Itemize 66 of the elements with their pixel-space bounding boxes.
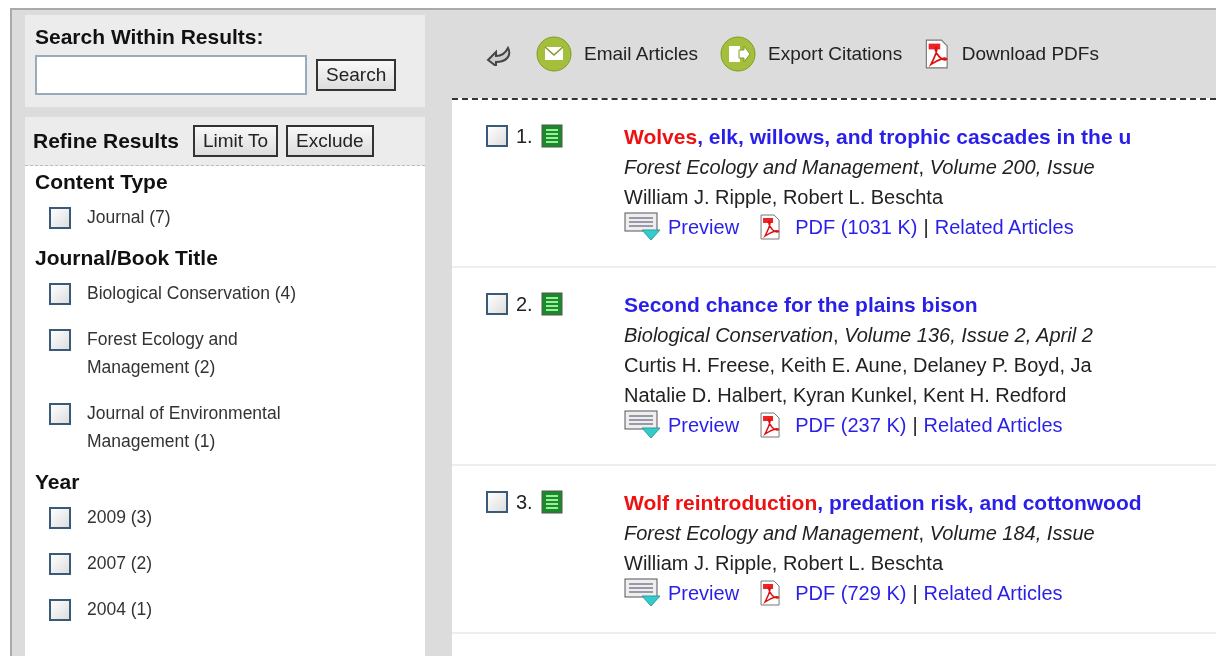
- pdf-icon: [759, 214, 782, 240]
- filter-option: 2007 (2): [87, 549, 325, 577]
- document-icon: [540, 124, 563, 148]
- filter-option: Biological Conservation (4): [87, 279, 325, 307]
- preview-icon: [624, 212, 662, 242]
- filter-group-title: Journal/Book Title: [34, 245, 219, 271]
- preview-icon: [624, 578, 662, 608]
- filter-group-title: Content Type: [34, 169, 169, 195]
- limit-button[interactable]: Limit To: [192, 125, 278, 157]
- envelope-icon: [536, 36, 572, 72]
- search-button[interactable]: Search: [316, 59, 397, 91]
- document-icon: [540, 292, 563, 316]
- link-separator: |: [912, 413, 918, 438]
- toolbar-button[interactable]: Download PDFs: [924, 39, 1107, 69]
- checkbox[interactable]: [49, 283, 71, 305]
- result-number: 3.: [516, 490, 533, 514]
- filter-option: Forest Ecology and Management (2): [87, 325, 325, 381]
- checkbox[interactable]: [49, 403, 71, 425]
- article-source: Forest Ecology and Management, Volume 200, Issue: [624, 155, 1096, 180]
- article-authors: Curtis H. Freese, Keith E. Aune, Delaney P. Boyd, Ja: [624, 353, 1093, 378]
- preview-link[interactable]: Preview: [668, 212, 740, 242]
- pdf-link[interactable]: PDF (237 K): [795, 410, 907, 440]
- article-authors: William J. Ripple, Robert L. Beschta: [624, 551, 944, 576]
- search-field[interactable]: [35, 55, 307, 95]
- checkbox[interactable]: [486, 491, 508, 513]
- article-authors: Natalie D. Halbert, Kyran Kunkel, Kent H. Redford: [624, 383, 1068, 408]
- checkbox[interactable]: [486, 293, 508, 315]
- checkbox[interactable]: [486, 125, 508, 147]
- filter-option: Journal (7): [87, 203, 325, 231]
- link-separator: |: [923, 215, 929, 240]
- toolbar-button[interactable]: Export Citations: [720, 36, 911, 72]
- preview-link[interactable]: Preview: [668, 578, 740, 608]
- toolbar-button[interactable]: Email Articles: [536, 36, 707, 72]
- checkbox[interactable]: [49, 553, 71, 575]
- export-icon: [720, 36, 757, 72]
- article-source: Forest Ecology and Management, Volume 184, Issue: [624, 521, 1096, 546]
- result-number: 2.: [516, 292, 533, 316]
- article-title-link[interactable]: Second chance for the plains bison: [624, 290, 1093, 320]
- refine-heading: Refine Results: [33, 129, 179, 153]
- article-title-link[interactable]: Wolves, elk, willows, and trophic cascades in the u: [624, 122, 1132, 152]
- pdf-icon: [759, 580, 782, 606]
- result-number: 1.: [516, 124, 533, 148]
- filter-option: Journal of Environmental Management (1): [87, 399, 325, 455]
- article-source: Biological Conservation, Volume 136, Issue 2, April 2: [624, 323, 1093, 348]
- filter-option: 2009 (3): [87, 503, 325, 531]
- pdf-link[interactable]: PDF (1031 K): [795, 212, 918, 242]
- pdf-link[interactable]: PDF (729 K): [795, 578, 907, 608]
- related-articles-link[interactable]: Related Articles: [923, 410, 1063, 440]
- filter-group-title: Year: [34, 469, 81, 495]
- checkbox[interactable]: [49, 207, 71, 229]
- checkbox[interactable]: [49, 507, 71, 529]
- pdf-icon: [924, 39, 950, 69]
- document-icon: [540, 490, 563, 514]
- exclude-button[interactable]: Exclude: [286, 125, 374, 157]
- related-articles-link[interactable]: Related Articles: [934, 212, 1074, 242]
- link-separator: |: [912, 581, 918, 606]
- pdf-icon: [759, 412, 782, 438]
- related-articles-link[interactable]: Related Articles: [923, 578, 1063, 608]
- article-title-link[interactable]: Wolf reintroduction, predation risk, and cottonwood: [624, 488, 1142, 518]
- checkbox[interactable]: [49, 599, 71, 621]
- preview-icon: [624, 410, 662, 440]
- checkbox[interactable]: [49, 329, 71, 351]
- preview-link[interactable]: Preview: [668, 410, 740, 440]
- article-authors: William J. Ripple, Robert L. Beschta: [624, 185, 944, 210]
- filter-option: 2004 (1): [87, 595, 325, 623]
- search-heading: Search Within Results:: [35, 25, 265, 49]
